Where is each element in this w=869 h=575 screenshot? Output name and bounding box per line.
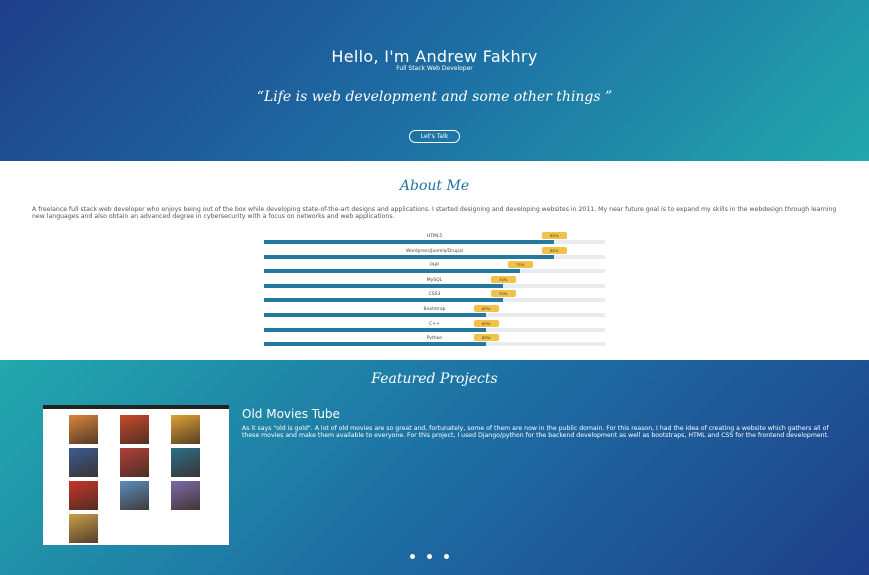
lets-talk-button[interactable]: Let's Talk (409, 130, 460, 143)
skill-percent-badge: 70% (490, 290, 516, 298)
hero-subtitle: Full Stack Web Developer (396, 65, 473, 72)
skill-progress-fill (264, 312, 486, 317)
skill-label: C++ (429, 321, 440, 327)
about-section: About Me A freelance full stack web deve… (0, 161, 869, 360)
skill-row: PHP 75% (264, 261, 605, 278)
skill-progress-fill (264, 269, 520, 274)
skill-percent-badge: 85% (541, 246, 567, 254)
carousel-indicators (410, 554, 458, 560)
skill-percent-badge: 85% (541, 232, 567, 239)
skill-track (264, 312, 605, 317)
skill-row: Bootstrap 65% (264, 304, 605, 322)
skill-progress-fill (264, 240, 554, 244)
skill-progress-fill (264, 283, 503, 288)
movie-poster (120, 415, 149, 444)
skill-row: Python 65% (264, 334, 605, 351)
skill-track (264, 298, 605, 303)
skill-percent-badge: 65% (473, 304, 499, 312)
carousel-dot[interactable] (410, 554, 415, 559)
skill-percent-badge: 70% (490, 275, 516, 283)
skill-track (264, 269, 605, 274)
skill-track (264, 327, 605, 332)
movie-poster (69, 415, 98, 444)
movie-poster (69, 481, 98, 510)
skill-track (264, 240, 605, 244)
skill-progress-fill (264, 327, 486, 332)
projects-heading: Featured Projects (371, 371, 498, 387)
skill-progress-fill (264, 342, 486, 347)
skill-track (264, 342, 605, 347)
skill-percent-badge: 75% (507, 261, 533, 269)
about-text: A freelance full stack web developer who… (32, 206, 837, 220)
hero-section: Hello, I'm Andrew Fakhry Full Stack Web … (0, 0, 869, 161)
skill-row: MySQL 70% (264, 275, 605, 293)
skill-label: PHP (430, 263, 439, 269)
project-description: As it says "old is gold". A lot of old m… (242, 425, 829, 439)
movie-poster (69, 448, 98, 477)
carousel-dot[interactable] (444, 554, 449, 559)
movie-poster (69, 514, 98, 543)
project-screenshot[interactable] (43, 405, 229, 545)
hero-quote: “Life is web development and some other … (256, 89, 613, 105)
skill-row: CSS3 70% (264, 290, 605, 307)
about-heading: About Me (399, 178, 470, 194)
skill-label: Python (426, 336, 443, 342)
skill-track (264, 283, 605, 288)
skill-label: Bootstrap (423, 306, 446, 312)
movie-poster (120, 448, 149, 477)
carousel-dot[interactable] (427, 554, 432, 559)
project-title[interactable]: Old Movies Tube (242, 407, 340, 421)
skill-label: CSS3 (428, 292, 441, 298)
skill-row: Wordpress/Joomla/Drupal 85% (264, 246, 605, 264)
hero-title: Hello, I'm Andrew Fakhry (331, 47, 538, 66)
movie-poster (171, 448, 200, 477)
skill-percent-badge: 65% (473, 334, 499, 342)
skill-row: C++ 65% (264, 319, 605, 337)
movie-poster (120, 481, 149, 510)
skills-list: HTML5 85% Wordpress/Joomla/Drupal 85% PHP 75%… (264, 232, 605, 351)
projects-section: Featured Projects Old Movies Tube As it … (0, 360, 869, 575)
skill-label: MySQL (426, 277, 443, 283)
skill-progress-fill (264, 254, 554, 259)
movie-poster (171, 481, 200, 510)
skill-track (264, 254, 605, 259)
movie-poster (171, 415, 200, 444)
skill-progress-fill (264, 298, 503, 303)
skill-percent-badge: 65% (473, 319, 499, 327)
